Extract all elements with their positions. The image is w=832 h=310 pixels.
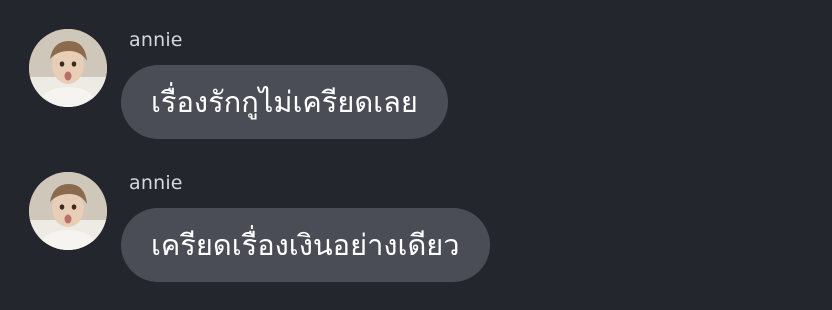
sender-name: annie (129, 172, 183, 194)
message-group: annie เครียดเรื่องเงินอย่างเดียว (0, 172, 832, 292)
message-group: annie เรื่องรักกูไม่เครียดเลย (0, 29, 832, 149)
avatar[interactable] (29, 29, 107, 107)
message-bubble[interactable]: เรื่องรักกูไม่เครียดเลย (121, 65, 448, 139)
message-bubble[interactable]: เครียดเรื่องเงินอย่างเดียว (121, 208, 490, 282)
sender-name: annie (129, 29, 183, 51)
avatar-image (29, 29, 107, 107)
avatar-image (29, 172, 107, 250)
avatar[interactable] (29, 172, 107, 250)
